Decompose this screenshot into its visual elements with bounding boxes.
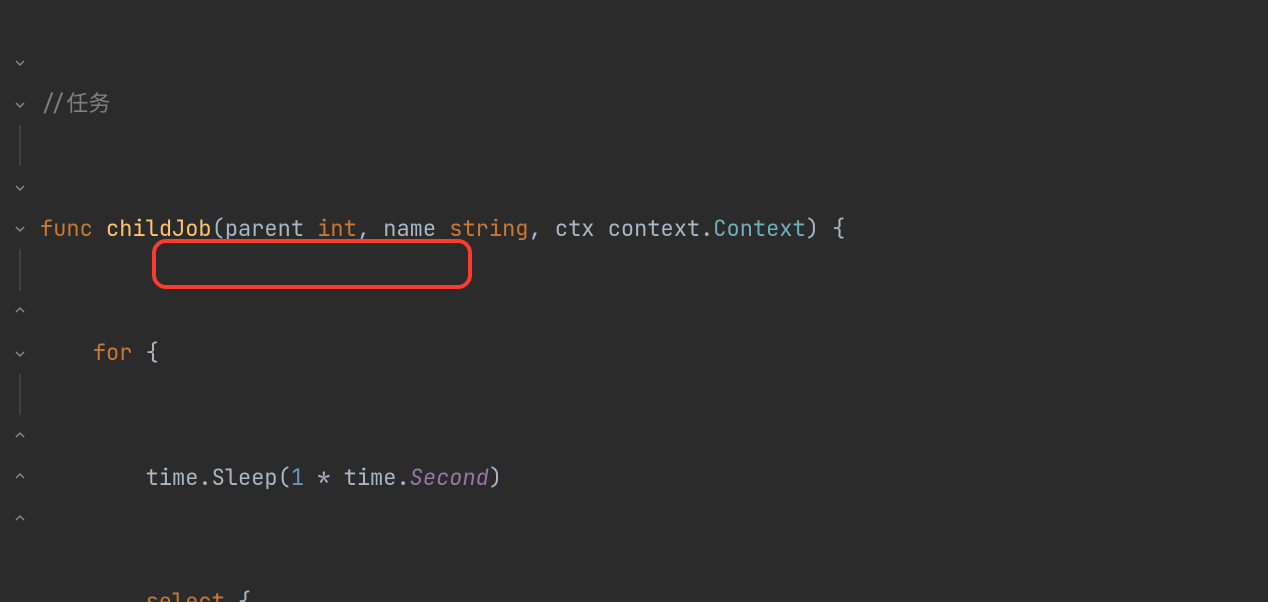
code-line: for { xyxy=(40,332,1268,374)
fold-end-icon[interactable] xyxy=(13,304,27,318)
fold-icon[interactable] xyxy=(13,346,27,360)
gutter xyxy=(0,0,40,602)
code-area[interactable]: //任务 func childJob(parent int, name stri… xyxy=(40,0,1268,602)
fold-icon[interactable] xyxy=(13,180,27,194)
code-line: select { xyxy=(40,581,1268,602)
fold-icon[interactable] xyxy=(13,97,27,111)
fold-end-icon[interactable] xyxy=(13,470,27,484)
code-editor[interactable]: //任务 func childJob(parent int, name stri… xyxy=(0,0,1268,602)
code-line: time.Sleep(1 * time.Second) xyxy=(40,457,1268,499)
fold-icon[interactable] xyxy=(13,221,27,235)
code-line: //任务 xyxy=(40,83,1268,125)
fold-icon[interactable] xyxy=(13,55,27,69)
fold-end-icon[interactable] xyxy=(13,512,27,526)
code-line: func childJob(parent int, name string, c… xyxy=(40,208,1268,250)
fold-end-icon[interactable] xyxy=(13,429,27,443)
